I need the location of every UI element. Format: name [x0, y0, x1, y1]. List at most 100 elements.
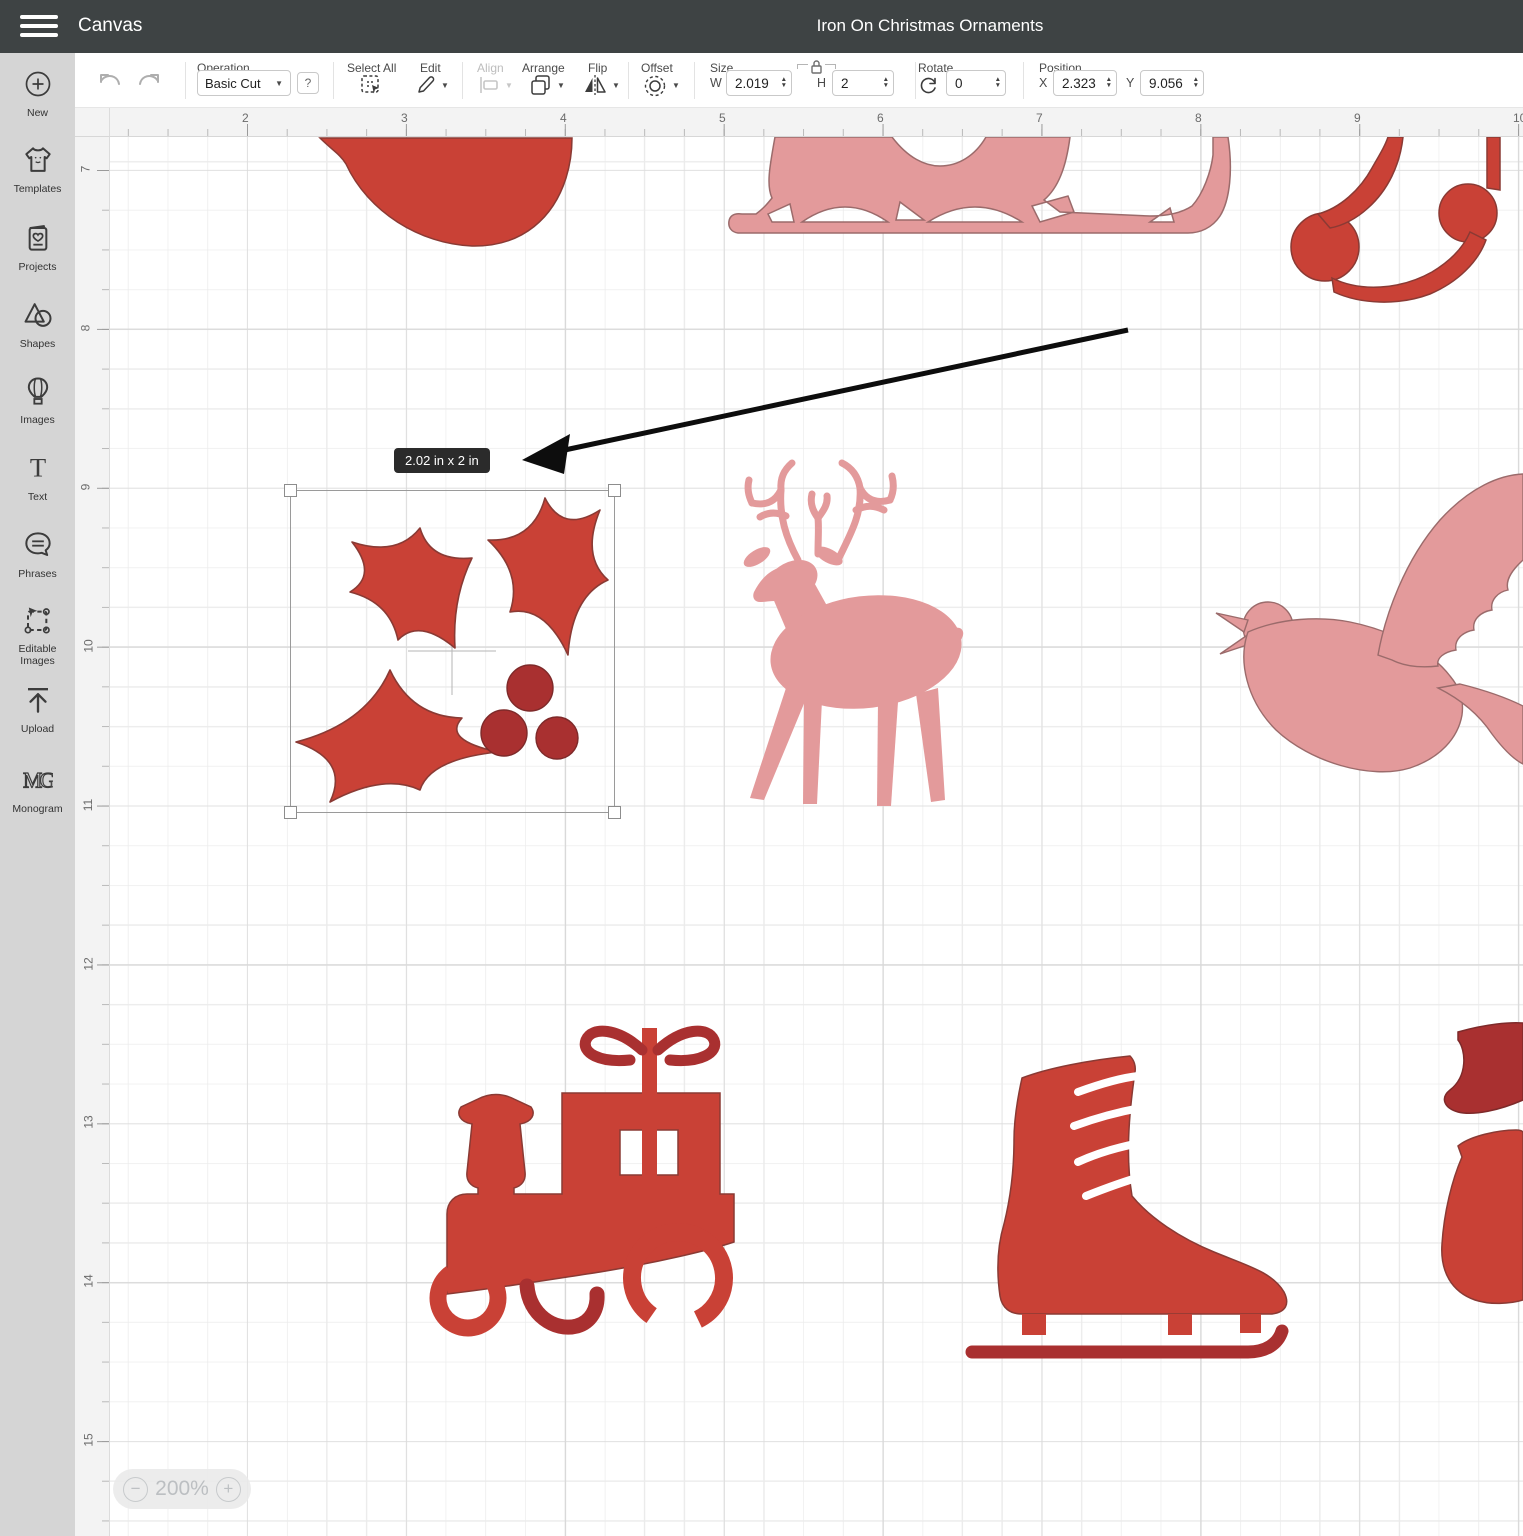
arrange-caret-icon[interactable]: ▼	[557, 81, 565, 90]
position-x-label: X	[1039, 76, 1047, 90]
lock-icon	[810, 59, 823, 74]
rotate-icon[interactable]	[918, 75, 939, 96]
canvas-shape-mitten-fragment[interactable]	[1442, 1023, 1523, 1304]
sidebar-item-images[interactable]: Images	[0, 376, 75, 426]
operation-select[interactable]: Basic Cut ▼	[197, 70, 291, 96]
height-axis-label: H	[817, 76, 826, 90]
selection-handle-bottom-right[interactable]	[608, 806, 621, 819]
canvas-shape-scalloped-ornament[interactable]	[1291, 137, 1500, 302]
divider	[915, 62, 916, 99]
divider	[1023, 62, 1024, 99]
position-y-input[interactable]: 9.056 ▲▼	[1140, 70, 1204, 96]
width-stepper[interactable]: ▲▼	[781, 77, 787, 89]
chevron-down-icon: ▼	[275, 79, 283, 88]
edit-label: Edit	[420, 61, 441, 75]
divider	[628, 62, 629, 99]
flip-icon[interactable]	[583, 74, 607, 96]
size-tooltip: 2.02 in x 2 in	[394, 448, 490, 473]
operation-help-button[interactable]: ?	[297, 72, 319, 94]
phrases-icon	[23, 530, 53, 560]
position-x-input[interactable]: 2.323 ▲▼	[1053, 70, 1117, 96]
sidebar-item-templates[interactable]: Templates	[0, 145, 75, 195]
offset-icon[interactable]	[643, 74, 667, 98]
top-bar: Canvas Iron On Christmas Ornaments	[0, 0, 1523, 53]
align-label: Align	[477, 61, 504, 75]
selection-handle-bottom-left[interactable]	[284, 806, 297, 819]
reindeer-antlers	[748, 463, 893, 560]
canvas-shapes	[110, 137, 1523, 1536]
size-lock[interactable]	[797, 59, 836, 74]
selection-handle-top-right[interactable]	[608, 484, 621, 497]
ruler-corner	[75, 108, 110, 137]
sidebar-item-text[interactable]: T Text	[0, 453, 75, 503]
train-wheel-middle	[527, 1286, 597, 1327]
edit-toolbar: Operation Basic Cut ▼ ? Select All Edit …	[75, 53, 1523, 108]
edit-caret-icon[interactable]: ▼	[441, 81, 449, 90]
height-input[interactable]: 2 ▲▼	[832, 70, 894, 96]
position-y-label: Y	[1126, 76, 1134, 90]
width-input[interactable]: 2.019 ▲▼	[726, 70, 792, 96]
sidebar-item-projects[interactable]: Projects	[0, 223, 75, 273]
zoom-in-button[interactable]: +	[216, 1477, 241, 1502]
sidebar-item-upload[interactable]: Upload	[0, 685, 75, 735]
offset-label: Offset	[641, 61, 673, 75]
selection-bounding-box[interactable]	[290, 490, 615, 813]
selection-handle-top-left[interactable]	[284, 484, 297, 497]
undo-icon[interactable]	[97, 72, 121, 90]
editable-images-icon	[23, 605, 53, 635]
canvas-shape-sleigh[interactable]	[729, 137, 1231, 233]
align-icon	[479, 76, 499, 94]
zoom-level: 200%	[155, 1477, 209, 1501]
monogram-icon: MG	[23, 765, 53, 795]
vertical-ruler: 7 8 9 10 11 12 13 14 15	[75, 137, 110, 1536]
divider	[462, 62, 463, 99]
offset-caret-icon[interactable]: ▼	[672, 81, 680, 90]
canvas-shape-dove[interactable]	[1216, 474, 1523, 772]
height-stepper[interactable]: ▲▼	[883, 77, 889, 89]
skate-blade	[972, 1331, 1282, 1352]
project-title: Iron On Christmas Ornaments	[817, 16, 1044, 36]
position-x-stepper[interactable]: ▲▼	[1106, 77, 1112, 89]
new-icon	[23, 69, 53, 99]
sidebar-item-new[interactable]: New	[0, 69, 75, 119]
shapes-icon	[23, 300, 53, 330]
position-y-stepper[interactable]: ▲▼	[1193, 77, 1199, 89]
left-sidebar: New Templates Projects Shapes Images	[0, 53, 75, 1536]
hamburger-menu-icon[interactable]	[20, 15, 58, 39]
edit-pencil-icon[interactable]	[415, 74, 437, 96]
images-icon	[23, 376, 53, 406]
divider	[694, 62, 695, 99]
canvas-menu-label[interactable]: Canvas	[78, 15, 142, 37]
arrange-label: Arrange	[522, 61, 565, 75]
redo-icon[interactable]	[138, 72, 162, 90]
upload-icon	[23, 685, 53, 715]
divider	[333, 62, 334, 99]
svg-text:MG: MG	[23, 769, 53, 793]
arrange-icon[interactable]	[530, 74, 552, 96]
divider	[185, 62, 186, 99]
design-canvas[interactable]: 2.02 in x 2 in − 200% +	[110, 137, 1523, 1536]
sidebar-item-monogram[interactable]: MG Monogram	[0, 765, 75, 815]
rotate-stepper[interactable]: ▲▼	[995, 77, 1001, 89]
align-caret-icon: ▼	[505, 81, 513, 90]
flip-caret-icon[interactable]: ▼	[612, 81, 620, 90]
select-all-icon[interactable]	[360, 74, 382, 96]
sidebar-item-phrases[interactable]: Phrases	[0, 530, 75, 580]
flip-label: Flip	[588, 61, 607, 75]
annotation-arrow	[522, 330, 1128, 474]
horizontal-ruler: 2 3 4 5 6 7 8 9 10	[110, 108, 1523, 137]
width-axis-label: W	[710, 76, 722, 90]
zoom-out-button[interactable]: −	[123, 1477, 148, 1502]
sidebar-item-shapes[interactable]: Shapes	[0, 300, 75, 350]
canvas-shape-ice-skate[interactable]	[972, 1056, 1287, 1352]
rotate-input[interactable]: 0 ▲▼	[946, 70, 1006, 96]
select-all-label: Select All	[347, 61, 396, 75]
sidebar-item-editable-images[interactable]: Editable Images	[0, 605, 75, 667]
skate-lugs	[1022, 1314, 1261, 1335]
canvas-shape-reindeer[interactable]	[741, 463, 969, 806]
text-icon: T	[23, 453, 53, 483]
canvas-shape-train-with-gift[interactable]	[426, 1028, 742, 1342]
templates-icon	[23, 145, 53, 175]
zoom-control: − 200% +	[113, 1469, 251, 1509]
canvas-shape-ornament-fragment[interactable]	[320, 138, 572, 246]
